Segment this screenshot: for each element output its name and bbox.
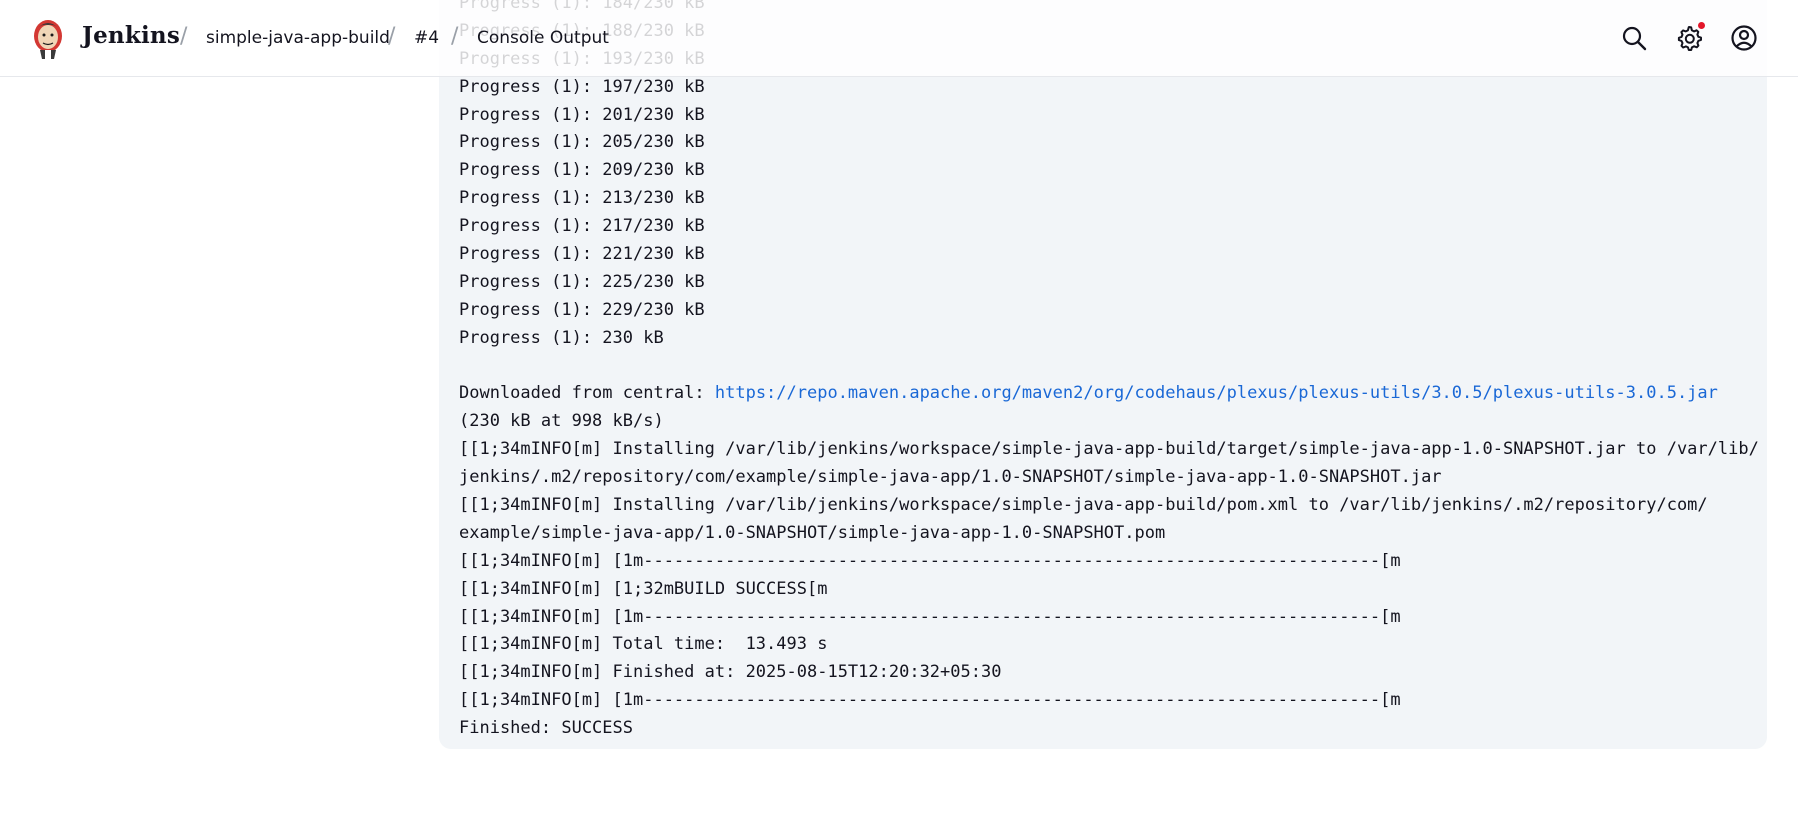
console-output-panel: Progress (1): 184/230 kBProgress (1): 18… [439,0,1767,749]
console-download-link[interactable]: https://repo.maven.apache.org/maven2/org… [715,383,1718,403]
console-line-text: Progress (1): 221/230 kB [459,244,705,265]
console-line-text: example/simple-java-app/1.0-SNAPSHOT/sim… [459,522,1166,543]
console-line: example/simple-java-app/1.0-SNAPSHOT/sim… [459,520,1747,548]
console-line-text: [[1;34mINFO[m] Installing /var/lib/jenki… [459,439,1759,460]
user-circle-icon[interactable] [1730,24,1758,52]
console-line-text: Progress (1): 205/230 kB [459,132,705,153]
console-line: [[1;34mINFO[m] [1m----------------------… [459,604,1747,632]
console-line: Progress (1): 230 kB [459,325,1747,353]
console-line-text: Progress (1): 225/230 kB [459,271,705,292]
console-line-text: [[1;34mINFO[m] Finished at: 2025-08-15T1… [459,662,1002,683]
console-line-text: Finished: SUCCESS [459,718,633,739]
header-bar: Jenkins / simple-java-app-build / #4 / C… [0,0,1798,77]
console-line-text: [[1;34mINFO[m] Installing /var/lib/jenki… [459,495,1708,516]
console-line: Progress (1): 201/230 kB [459,102,1747,130]
console-line: [[1;34mINFO[m] Total time: 13.493 s [459,631,1747,659]
console-line: Progress (1): 209/230 kB [459,157,1747,185]
breadcrumb-build[interactable]: #4 [414,28,439,48]
search-icon[interactable] [1620,24,1648,52]
console-line-text: Downloaded from central: [459,383,715,404]
page: Progress (1): 184/230 kBProgress (1): 18… [0,0,1798,819]
console-line-text: [[1;34mINFO[m] [1m----------------------… [459,550,1401,571]
console-lines: Progress (1): 184/230 kBProgress (1): 18… [459,0,1759,743]
console-line: [[1;34mINFO[m] [1m----------------------… [459,548,1747,576]
console-line-text: (230 kB at 998 kB/s) [459,411,664,432]
console-line: Progress (1): 217/230 kB [459,213,1747,241]
console-line: Progress (1): 213/230 kB [459,185,1747,213]
console-line-text: Progress (1): 201/230 kB [459,104,705,125]
breadcrumb-console-output[interactable]: Console Output [477,28,609,48]
console-line: Progress (1): 197/230 kB [459,74,1747,102]
console-line: [[1;34mINFO[m] [1m----------------------… [459,687,1747,715]
console-line-text: Progress (1): 213/230 kB [459,188,705,209]
console-line: Progress (1): 225/230 kB [459,269,1747,297]
jenkins-logo-icon[interactable] [30,16,66,60]
console-line: jenkins/.m2/repository/com/example/simpl… [459,464,1747,492]
console-line: [[1;34mINFO[m] Installing /var/lib/jenki… [459,492,1747,520]
console-line: [[1;34mINFO[m] [1;32mBUILD SUCCESS[m [459,576,1747,604]
console-line-text: Progress (1): 229/230 kB [459,299,705,320]
console-line-text: jenkins/.m2/repository/com/example/simpl… [459,467,1442,488]
console-line-text: [[1;34mINFO[m] [1;32mBUILD SUCCESS[m [459,578,828,599]
console-line-text: [[1;34mINFO[m] [1m----------------------… [459,606,1401,627]
console-line: Progress (1): 229/230 kB [459,297,1747,325]
notification-badge [1698,22,1705,29]
console-line: [[1;34mINFO[m] Installing /var/lib/jenki… [459,436,1759,464]
breadcrumb-separator: / [388,24,396,49]
console-line-text: Progress (1): 209/230 kB [459,160,705,181]
console-line-text: [[1;34mINFO[m] Total time: 13.493 s [459,634,828,655]
breadcrumb-separator: / [180,24,188,49]
console-line: Progress (1): 221/230 kB [459,241,1747,269]
console-line: Finished: SUCCESS [459,715,1747,743]
console-line: [[1;34mINFO[m] Finished at: 2025-08-15T1… [459,659,1747,687]
console-line-text: Progress (1): 197/230 kB [459,76,705,97]
console-line: Progress (1): 205/230 kB [459,129,1747,157]
console-line: (230 kB at 998 kB/s) [459,408,1747,436]
breadcrumb-job[interactable]: simple-java-app-build [206,28,390,48]
console-line-text: Progress (1): 230 kB [459,327,664,348]
console-line: Downloaded from central: https://repo.ma… [459,380,1747,408]
breadcrumb-separator: / [451,24,459,49]
brand-name[interactable]: Jenkins [82,22,180,49]
console-line-text: Progress (1): 217/230 kB [459,216,705,237]
console-line-text: [[1;34mINFO[m] [1m----------------------… [459,690,1401,711]
